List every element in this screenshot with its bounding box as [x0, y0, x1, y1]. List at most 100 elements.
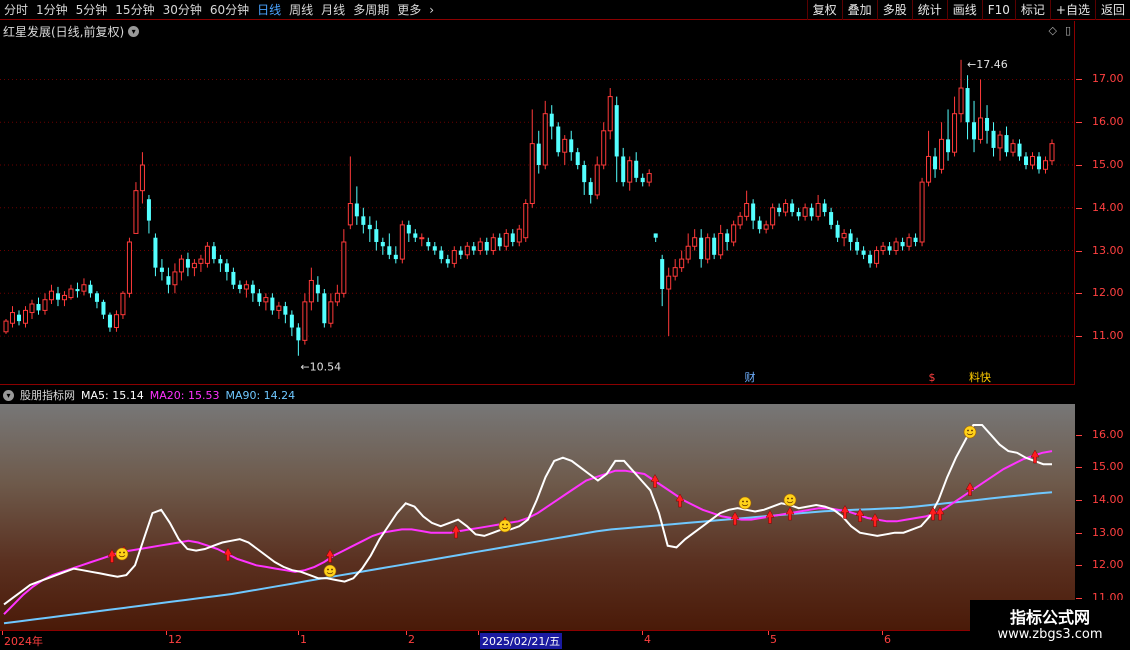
candle[interactable]	[900, 237, 905, 251]
candle[interactable]	[380, 237, 385, 255]
candle[interactable]	[880, 241, 886, 255]
candle[interactable]	[315, 276, 320, 302]
candle[interactable]	[783, 199, 789, 217]
candle[interactable]	[1010, 139, 1016, 157]
indicator-chart[interactable]	[0, 404, 1075, 630]
period-tab-7[interactable]: 周线	[285, 0, 317, 20]
candle[interactable]	[725, 229, 730, 251]
period-tab-9[interactable]: 多周期	[349, 0, 393, 20]
period-tab-0[interactable]: 分时	[0, 0, 32, 20]
event-marker[interactable]: 财	[745, 370, 756, 384]
candle[interactable]	[997, 130, 1003, 161]
candle[interactable]	[712, 233, 717, 260]
candle[interactable]	[926, 130, 932, 187]
candle[interactable]	[29, 299, 35, 319]
candle[interactable]	[848, 229, 853, 251]
candle[interactable]	[699, 229, 704, 268]
candlestick-chart[interactable]: ←17.46 ←10.54 财 $ 料快	[0, 21, 1075, 385]
candle[interactable]	[614, 96, 619, 183]
candle[interactable]	[763, 220, 769, 234]
candle[interactable]	[634, 152, 639, 183]
period-tab-6[interactable]: 日线	[253, 0, 285, 20]
event-marker[interactable]: 料快	[969, 370, 991, 384]
candle[interactable]	[841, 229, 847, 247]
candle[interactable]	[464, 241, 470, 260]
candle[interactable]	[672, 259, 678, 281]
candle[interactable]	[939, 122, 945, 174]
candle[interactable]	[1017, 139, 1022, 161]
candle[interactable]	[308, 267, 314, 311]
candle[interactable]	[113, 310, 119, 332]
candle[interactable]	[887, 241, 892, 255]
toolbar-button-7[interactable]: +自选	[1049, 0, 1095, 20]
period-tab-3[interactable]: 15分钟	[111, 0, 158, 20]
candle[interactable]	[965, 75, 970, 140]
candle[interactable]	[790, 199, 795, 217]
candle[interactable]	[426, 237, 431, 251]
candle[interactable]	[107, 312, 112, 332]
candle[interactable]	[646, 169, 652, 187]
candle[interactable]	[640, 173, 645, 187]
candle[interactable]	[231, 267, 236, 290]
candle[interactable]	[777, 203, 782, 217]
candle[interactable]	[575, 147, 580, 170]
candle[interactable]	[796, 207, 801, 221]
price-chart-panel[interactable]: ←17.46 ←10.54 财 $ 料快 红星发展(日线,前复权) ▾ ◇ ▯	[0, 21, 1075, 385]
candle[interactable]	[562, 135, 568, 166]
candle[interactable]	[218, 254, 223, 272]
candle[interactable]	[809, 203, 814, 221]
candle[interactable]	[731, 220, 737, 247]
candle[interactable]	[399, 220, 405, 264]
candle[interactable]	[978, 79, 984, 144]
dropdown-icon[interactable]: ▾	[128, 26, 140, 37]
candle[interactable]	[61, 291, 67, 307]
candle[interactable]	[393, 246, 398, 264]
candle[interactable]	[328, 293, 334, 328]
candle[interactable]	[770, 203, 776, 230]
chevron-right-icon[interactable]: ›	[425, 0, 438, 20]
candle[interactable]	[22, 306, 29, 328]
candle[interactable]	[237, 280, 242, 294]
candle[interactable]	[387, 233, 392, 260]
candle[interactable]	[985, 105, 990, 144]
candle[interactable]	[361, 207, 366, 234]
toolbar-button-2[interactable]: 多股	[876, 0, 912, 20]
candle[interactable]	[893, 237, 899, 255]
candle[interactable]	[133, 182, 139, 234]
candle[interactable]	[198, 254, 204, 272]
candle[interactable]	[88, 280, 93, 298]
candle[interactable]	[991, 122, 996, 157]
candle[interactable]	[139, 152, 145, 204]
candle[interactable]	[653, 233, 658, 242]
toolbar-button-1[interactable]: 叠加	[841, 0, 877, 20]
period-tab-2[interactable]: 5分钟	[72, 0, 112, 20]
candle[interactable]	[751, 199, 756, 230]
candle[interactable]	[958, 59, 964, 123]
toolbar-button-0[interactable]: 复权	[806, 0, 842, 20]
candle[interactable]	[737, 212, 743, 230]
candle[interactable]	[835, 220, 840, 242]
candle[interactable]	[503, 229, 509, 251]
candle[interactable]	[874, 246, 880, 268]
candle[interactable]	[692, 229, 698, 251]
candle[interactable]	[601, 122, 607, 170]
candle[interactable]	[9, 306, 16, 328]
candle[interactable]	[868, 250, 873, 268]
candle[interactable]	[484, 237, 489, 255]
period-tab-5[interactable]: 60分钟	[206, 0, 253, 20]
chart-title[interactable]: 红星发展(日线,前复权) ▾	[3, 23, 140, 40]
candle[interactable]	[1029, 152, 1036, 170]
indicator-panel[interactable]: ▾ 股朋指标网 MA5: 15.14 MA20: 15.53 MA90: 14.…	[0, 386, 1075, 630]
candle[interactable]	[497, 233, 502, 251]
toolbar-button-4[interactable]: 画线	[946, 0, 982, 20]
candle[interactable]	[1023, 152, 1029, 170]
candle[interactable]	[178, 254, 184, 281]
candle[interactable]	[439, 246, 444, 264]
candle[interactable]	[341, 229, 347, 298]
period-tab-1[interactable]: 1分钟	[32, 0, 72, 20]
event-marker[interactable]: $	[929, 371, 936, 384]
candle[interactable]	[270, 293, 275, 315]
candle[interactable]	[529, 109, 535, 208]
candle[interactable]	[542, 100, 548, 170]
candle[interactable]	[159, 259, 164, 281]
